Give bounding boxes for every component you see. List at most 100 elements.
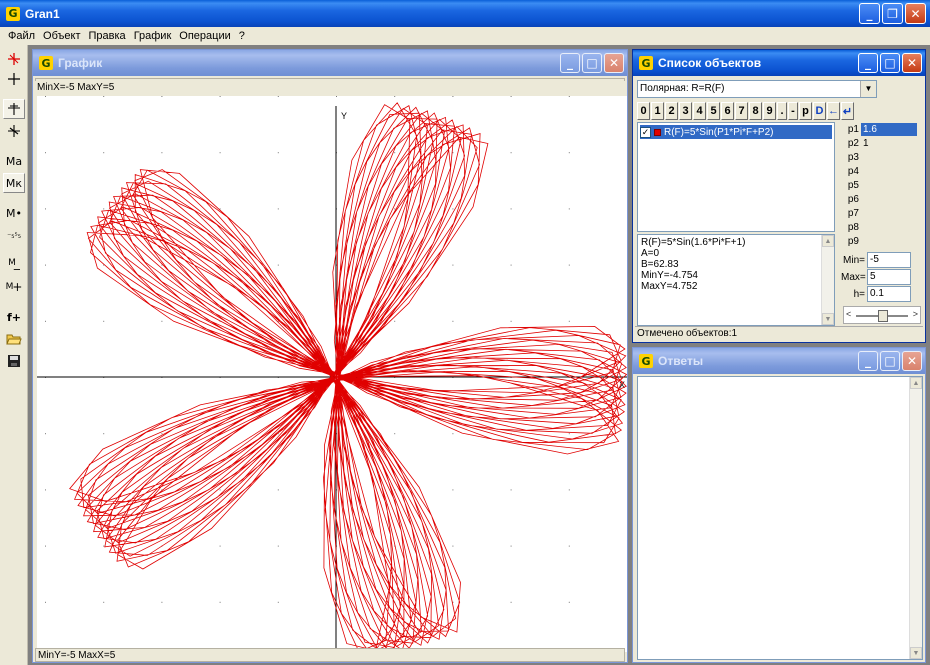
- param-value[interactable]: 1: [861, 137, 917, 150]
- param-row-p7[interactable]: p7: [839, 206, 923, 220]
- key-9[interactable]: 9: [763, 102, 776, 120]
- scroll-up-icon[interactable]: ▲: [910, 377, 922, 389]
- param-value[interactable]: [861, 165, 917, 178]
- minimize-button[interactable]: _: [859, 3, 880, 24]
- key-6[interactable]: 6: [721, 102, 734, 120]
- min-input[interactable]: -5: [867, 252, 911, 268]
- graph-close-button[interactable]: ✕: [604, 53, 624, 73]
- menu-object[interactable]: Объект: [39, 30, 84, 42]
- save-disk-icon[interactable]: [3, 351, 25, 371]
- objects-maximize-button[interactable]: □: [880, 53, 900, 73]
- zoom-in-icon[interactable]: M +: [3, 277, 25, 297]
- restore-button[interactable]: ❐: [882, 3, 903, 24]
- param-value[interactable]: 1.6: [861, 122, 917, 136]
- menu-help[interactable]: ?: [235, 30, 249, 42]
- answers-minimize-button[interactable]: _: [858, 351, 878, 371]
- key-7[interactable]: 7: [735, 102, 748, 120]
- red-crosshair-icon[interactable]: [3, 49, 25, 69]
- key-p[interactable]: p: [799, 102, 812, 120]
- zoom-out-icon[interactable]: M _: [3, 253, 25, 273]
- graph-window-titlebar[interactable]: G График _ □ ✕: [33, 50, 627, 76]
- param-row-p5[interactable]: p5: [839, 178, 923, 192]
- grid-dot: [45, 489, 46, 491]
- axes-icon[interactable]: [3, 99, 25, 119]
- menu-operations[interactable]: Операции: [175, 30, 234, 42]
- open-folder-icon[interactable]: [3, 329, 25, 349]
- param-row-p8[interactable]: p8: [839, 220, 923, 234]
- scale-a-icon[interactable]: Ma: [3, 151, 25, 171]
- key-3[interactable]: 3: [679, 102, 692, 120]
- app-titlebar: G Gran1 _ ❐ ✕: [0, 0, 930, 27]
- grid-dot: [452, 489, 454, 491]
- param-row-p3[interactable]: p3: [839, 150, 923, 164]
- param-row-p9[interactable]: p9: [839, 234, 923, 248]
- slider-right-arrow-icon[interactable]: >: [913, 309, 918, 319]
- scroll-down-icon[interactable]: ▼: [910, 647, 922, 659]
- slider-left-arrow-icon[interactable]: <: [846, 309, 851, 319]
- grid-axes-icon[interactable]: [3, 121, 25, 141]
- param-value[interactable]: [861, 235, 917, 248]
- param-value[interactable]: [861, 221, 917, 234]
- answers-text-area[interactable]: ▲ ▼: [637, 376, 923, 660]
- graph-maximize-button[interactable]: □: [582, 53, 602, 73]
- step-input[interactable]: 0.1: [867, 286, 911, 302]
- grid-dot: [161, 152, 163, 154]
- answers-maximize-button[interactable]: □: [880, 351, 900, 371]
- object-row[interactable]: ✓ R(F)=5*Sin(P1*Pi*F+P2): [640, 125, 832, 139]
- param-value[interactable]: [861, 151, 917, 164]
- grid-dot: [394, 96, 396, 97]
- grid-dot: [277, 545, 279, 547]
- param-value[interactable]: [861, 207, 917, 220]
- menu-edit[interactable]: Правка: [85, 30, 130, 42]
- backspace-arrow-icon[interactable]: ←: [827, 102, 840, 120]
- grid-dot: [510, 264, 512, 266]
- grid-dot: [219, 545, 221, 547]
- param-value[interactable]: [861, 193, 917, 206]
- key-2[interactable]: 2: [665, 102, 678, 120]
- key-dot[interactable]: .: [777, 102, 787, 120]
- info-scrollbar[interactable]: ▲ ▼: [821, 235, 834, 325]
- mark-point-icon[interactable]: M•: [3, 203, 25, 223]
- enter-arrow-icon[interactable]: ↵: [841, 102, 854, 120]
- param-row-p1[interactable]: p1 1.6: [839, 122, 923, 136]
- max-input[interactable]: 5: [867, 269, 911, 285]
- menu-file[interactable]: Файл: [4, 30, 39, 42]
- param-name: p8: [847, 221, 859, 233]
- objects-close-button[interactable]: ✕: [902, 53, 922, 73]
- scroll-down-icon[interactable]: ▼: [822, 313, 834, 325]
- param-row-p6[interactable]: p6: [839, 192, 923, 206]
- menu-graph[interactable]: График: [130, 30, 176, 42]
- scale-grid-icon[interactable]: ⁻₅⁵₅: [3, 225, 25, 245]
- object-checkbox[interactable]: ✓: [640, 126, 651, 138]
- answers-scrollbar[interactable]: ▲ ▼: [909, 377, 922, 659]
- key-0[interactable]: 0: [637, 102, 650, 120]
- chevron-down-icon[interactable]: ▼: [860, 81, 876, 97]
- object-list[interactable]: ✓ R(F)=5*Sin(P1*Pi*F+P2): [637, 122, 835, 232]
- key-5[interactable]: 5: [707, 102, 720, 120]
- objects-minimize-button[interactable]: _: [858, 53, 878, 73]
- graph-plot-area[interactable]: Y X: [37, 96, 627, 652]
- function-type-select[interactable]: Полярная: R=R(F) ▼: [637, 80, 877, 98]
- key-8[interactable]: 8: [749, 102, 762, 120]
- answers-window-titlebar[interactable]: G Ответы _ □ ✕: [633, 348, 925, 374]
- add-function-icon[interactable]: f+: [3, 307, 25, 327]
- objects-window-titlebar[interactable]: G Список объектов _ □ ✕: [633, 50, 925, 76]
- key-4[interactable]: 4: [693, 102, 706, 120]
- polar-plot: Y X: [37, 96, 627, 652]
- grid-dot: [452, 208, 454, 210]
- answers-close-button[interactable]: ✕: [902, 351, 922, 371]
- key-d[interactable]: D: [813, 102, 826, 120]
- param-row-p4[interactable]: p4: [839, 164, 923, 178]
- grid-dot: [394, 208, 396, 210]
- slider-thumb[interactable]: [878, 310, 888, 322]
- key-1[interactable]: 1: [651, 102, 664, 120]
- close-button[interactable]: ✕: [905, 3, 926, 24]
- scale-k-icon[interactable]: Mк: [3, 173, 25, 193]
- scroll-up-icon[interactable]: ▲: [822, 235, 834, 247]
- crosshair-icon[interactable]: [3, 69, 25, 89]
- param-slider[interactable]: < >: [843, 306, 921, 324]
- param-row-p2[interactable]: p2 1: [839, 136, 923, 150]
- param-value[interactable]: [861, 179, 917, 192]
- key-minus[interactable]: -: [788, 102, 798, 120]
- graph-minimize-button[interactable]: _: [560, 53, 580, 73]
